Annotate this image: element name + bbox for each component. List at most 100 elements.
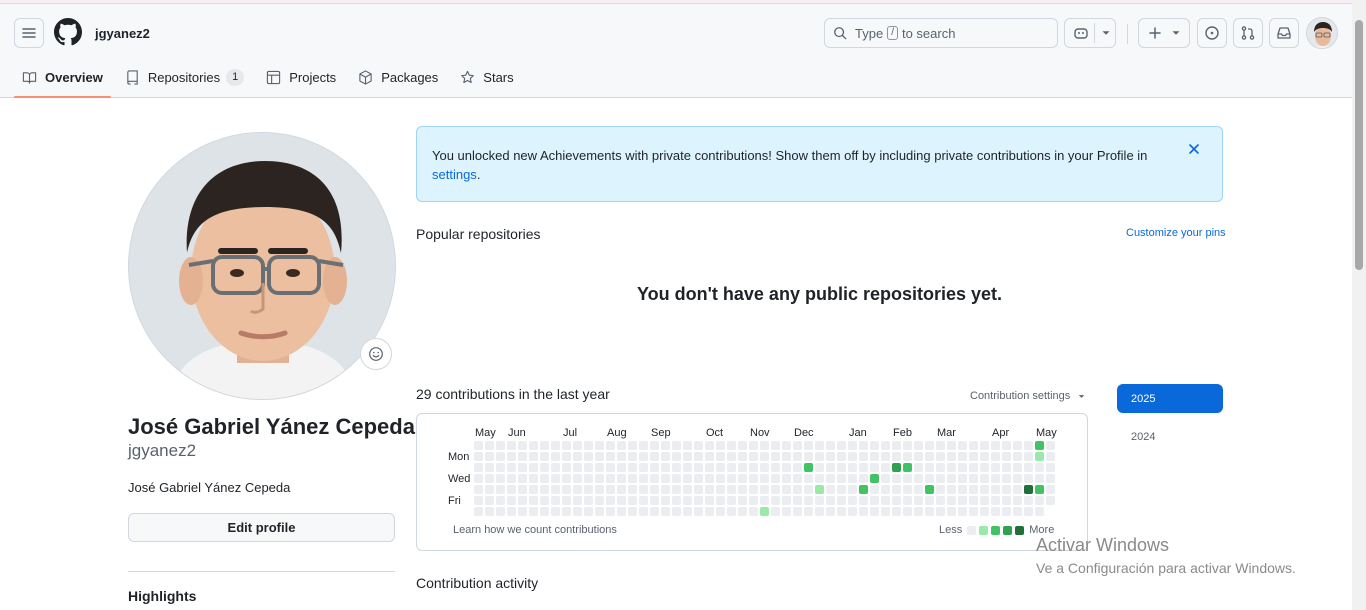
contribution-day-cell[interactable] bbox=[474, 496, 483, 505]
contribution-day-cell[interactable] bbox=[760, 441, 769, 450]
contribution-day-cell[interactable] bbox=[1013, 441, 1022, 450]
create-new-button[interactable] bbox=[1138, 18, 1190, 48]
contribution-day-cell[interactable] bbox=[595, 474, 604, 483]
contribution-day-cell[interactable] bbox=[826, 474, 835, 483]
contribution-day-cell[interactable] bbox=[573, 496, 582, 505]
contribution-day-cell[interactable] bbox=[881, 496, 890, 505]
contribution-day-cell[interactable] bbox=[958, 485, 967, 494]
contribution-day-cell[interactable] bbox=[914, 463, 923, 472]
contribution-day-cell[interactable] bbox=[727, 507, 736, 516]
contribution-day-cell[interactable] bbox=[1002, 496, 1011, 505]
contribution-day-cell[interactable] bbox=[485, 441, 494, 450]
contribution-day-cell[interactable] bbox=[496, 507, 505, 516]
contribution-day-cell[interactable] bbox=[694, 485, 703, 494]
contribution-day-cell[interactable] bbox=[738, 452, 747, 461]
contribution-day-cell[interactable] bbox=[694, 507, 703, 516]
contribution-day-cell[interactable] bbox=[639, 441, 648, 450]
contribution-day-cell[interactable] bbox=[496, 463, 505, 472]
contribution-day-cell[interactable] bbox=[584, 507, 593, 516]
contribution-day-cell[interactable] bbox=[815, 452, 824, 461]
contribution-day-cell[interactable] bbox=[1013, 507, 1022, 516]
contribution-day-cell[interactable] bbox=[485, 463, 494, 472]
contribution-day-cell[interactable] bbox=[573, 474, 582, 483]
contribution-day-cell[interactable] bbox=[782, 441, 791, 450]
settings-link[interactable]: settings bbox=[432, 167, 477, 182]
copilot-button[interactable] bbox=[1064, 18, 1116, 48]
contribution-day-cell[interactable] bbox=[782, 485, 791, 494]
contribution-day-cell[interactable] bbox=[551, 507, 560, 516]
contribution-day-cell[interactable] bbox=[672, 507, 681, 516]
contribution-day-cell[interactable] bbox=[848, 496, 857, 505]
contribution-day-cell[interactable] bbox=[562, 441, 571, 450]
contribution-day-cell[interactable] bbox=[683, 496, 692, 505]
contribution-day-cell[interactable] bbox=[980, 452, 989, 461]
contribution-day-cell[interactable] bbox=[925, 441, 934, 450]
contribution-day-cell[interactable] bbox=[694, 452, 703, 461]
contribution-day-cell[interactable] bbox=[507, 463, 516, 472]
contribution-day-cell[interactable] bbox=[903, 474, 912, 483]
contribution-day-cell[interactable] bbox=[881, 485, 890, 494]
contribution-day-cell[interactable] bbox=[705, 485, 714, 494]
banner-close-button[interactable] bbox=[1186, 141, 1202, 157]
contribution-day-cell[interactable] bbox=[870, 463, 879, 472]
contribution-day-cell[interactable] bbox=[892, 496, 901, 505]
contribution-day-cell[interactable] bbox=[518, 441, 527, 450]
contribution-day-cell[interactable] bbox=[1046, 496, 1055, 505]
contribution-day-cell[interactable] bbox=[760, 507, 769, 516]
contribution-day-cell[interactable] bbox=[529, 463, 538, 472]
contribution-day-cell[interactable] bbox=[870, 452, 879, 461]
contribution-day-cell[interactable] bbox=[650, 474, 659, 483]
contribution-day-cell[interactable] bbox=[804, 441, 813, 450]
contribution-day-cell[interactable] bbox=[496, 496, 505, 505]
contribution-day-cell[interactable] bbox=[617, 496, 626, 505]
contribution-day-cell[interactable] bbox=[848, 441, 857, 450]
contribution-day-cell[interactable] bbox=[826, 496, 835, 505]
contribution-day-cell[interactable] bbox=[496, 452, 505, 461]
contribution-day-cell[interactable] bbox=[749, 485, 758, 494]
contribution-day-cell[interactable] bbox=[1035, 507, 1044, 516]
contribution-day-cell[interactable] bbox=[639, 452, 648, 461]
contribution-day-cell[interactable] bbox=[639, 496, 648, 505]
contribution-day-cell[interactable] bbox=[870, 474, 879, 483]
github-logo-icon[interactable] bbox=[54, 18, 82, 46]
contribution-day-cell[interactable] bbox=[1024, 463, 1033, 472]
contribution-day-cell[interactable] bbox=[595, 507, 604, 516]
contribution-day-cell[interactable] bbox=[573, 463, 582, 472]
contribution-day-cell[interactable] bbox=[661, 452, 670, 461]
contribution-day-cell[interactable] bbox=[980, 441, 989, 450]
contribution-day-cell[interactable] bbox=[672, 452, 681, 461]
contribution-day-cell[interactable] bbox=[518, 463, 527, 472]
contribution-day-cell[interactable] bbox=[881, 507, 890, 516]
contribution-day-cell[interactable] bbox=[683, 474, 692, 483]
contribution-day-cell[interactable] bbox=[903, 507, 912, 516]
contribution-day-cell[interactable] bbox=[903, 463, 912, 472]
contribution-day-cell[interactable] bbox=[738, 474, 747, 483]
contribution-day-cell[interactable] bbox=[859, 463, 868, 472]
contribution-day-cell[interactable] bbox=[914, 485, 923, 494]
contribution-day-cell[interactable] bbox=[738, 496, 747, 505]
contribution-day-cell[interactable] bbox=[485, 496, 494, 505]
contribution-day-cell[interactable] bbox=[892, 441, 901, 450]
user-avatar[interactable] bbox=[1306, 17, 1338, 49]
contribution-day-cell[interactable] bbox=[804, 463, 813, 472]
contribution-day-cell[interactable] bbox=[683, 507, 692, 516]
contribution-day-cell[interactable] bbox=[595, 463, 604, 472]
contribution-day-cell[interactable] bbox=[716, 496, 725, 505]
contribution-day-cell[interactable] bbox=[782, 474, 791, 483]
contribution-day-cell[interactable] bbox=[529, 474, 538, 483]
contribution-day-cell[interactable] bbox=[1002, 474, 1011, 483]
contribution-day-cell[interactable] bbox=[1046, 463, 1055, 472]
tab-overview[interactable]: Overview bbox=[14, 62, 111, 98]
contribution-day-cell[interactable] bbox=[804, 507, 813, 516]
contribution-day-cell[interactable] bbox=[551, 474, 560, 483]
contribution-day-cell[interactable] bbox=[507, 474, 516, 483]
contribution-day-cell[interactable] bbox=[716, 441, 725, 450]
contribution-day-cell[interactable] bbox=[980, 496, 989, 505]
contribution-day-cell[interactable] bbox=[705, 496, 714, 505]
contribution-day-cell[interactable] bbox=[936, 441, 945, 450]
contribution-day-cell[interactable] bbox=[749, 463, 758, 472]
contribution-day-cell[interactable] bbox=[716, 485, 725, 494]
customize-pins-link[interactable]: Customize your pins bbox=[1126, 227, 1226, 239]
contribution-day-cell[interactable] bbox=[969, 474, 978, 483]
contribution-day-cell[interactable] bbox=[496, 485, 505, 494]
